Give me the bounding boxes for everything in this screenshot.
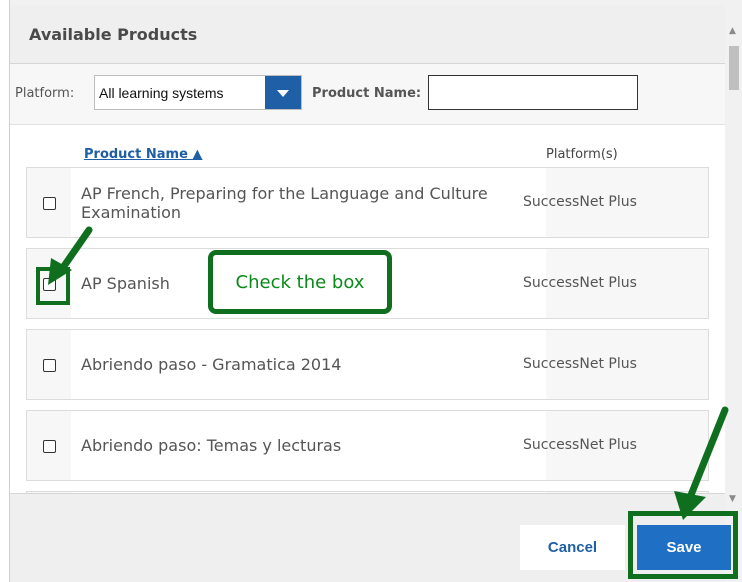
arrow-to-checkbox-shaft — [58, 226, 93, 273]
annotation-arrows — [48, 226, 729, 520]
arrow-to-save-shaft — [687, 406, 729, 499]
arrow-to-save-head — [674, 491, 706, 520]
